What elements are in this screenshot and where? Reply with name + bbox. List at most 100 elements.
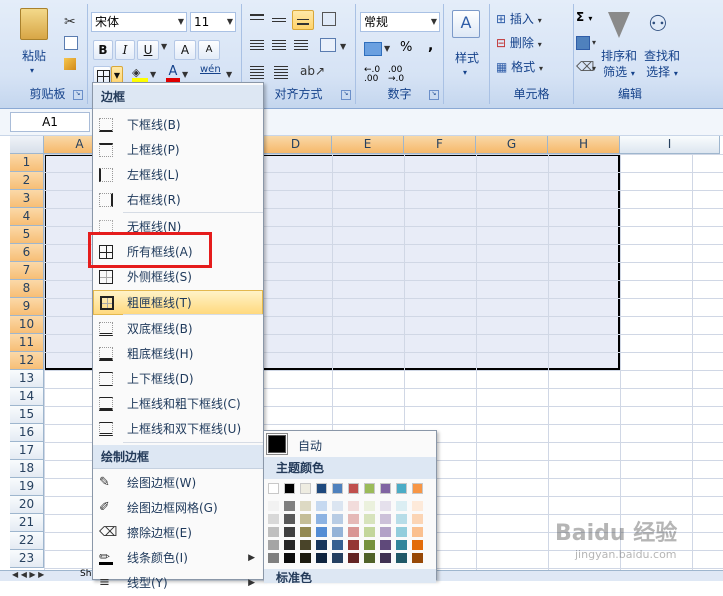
color-swatch[interactable] (284, 540, 295, 550)
cut-icon[interactable]: ✂ (64, 14, 76, 30)
color-swatch[interactable] (316, 553, 327, 563)
row-header-17[interactable]: 17 (10, 442, 44, 460)
menu-item-outside-borders[interactable]: 外侧框线(S) (93, 265, 263, 290)
select-all-corner[interactable] (10, 136, 44, 154)
color-swatch[interactable] (268, 483, 279, 494)
comma-button[interactable]: , (428, 38, 433, 54)
merge-cells-icon[interactable] (320, 38, 336, 52)
color-swatch[interactable] (412, 540, 423, 550)
number-format-combo[interactable]: 常规 ▼ (360, 12, 440, 32)
color-swatch[interactable] (348, 501, 359, 511)
styles-dropdown-icon[interactable]: ▾ (463, 68, 467, 77)
color-swatch[interactable] (364, 514, 375, 524)
auto-color-label[interactable]: 自动 (298, 437, 322, 454)
row-header-7[interactable]: 7 (10, 262, 44, 280)
italic-button[interactable]: I (115, 40, 135, 60)
color-swatch[interactable] (380, 527, 391, 537)
row-header-15[interactable]: 15 (10, 406, 44, 424)
find-select-button-label[interactable]: 查找和 选择 ▾ (640, 48, 684, 82)
color-swatch[interactable] (284, 501, 295, 511)
underline-dropdown-icon[interactable]: ▼ (161, 42, 167, 51)
color-swatch[interactable] (268, 540, 279, 550)
menu-item-right-border[interactable]: 右框线(R) (93, 188, 263, 213)
color-swatch[interactable] (348, 527, 359, 537)
color-swatch[interactable] (348, 540, 359, 550)
row-header-23[interactable]: 23 (10, 550, 44, 568)
color-swatch[interactable] (300, 527, 311, 537)
color-swatch[interactable] (300, 553, 311, 563)
color-swatch[interactable] (396, 540, 407, 550)
color-swatch[interactable] (332, 527, 343, 537)
color-swatch[interactable] (268, 527, 279, 537)
row-header-13[interactable]: 13 (10, 370, 44, 388)
color-swatch[interactable] (316, 514, 327, 524)
phonetic-icon[interactable]: wén (200, 64, 221, 75)
menu-item-line-color[interactable]: ✏ 线条颜色(I) ▶ (93, 546, 263, 571)
delete-button[interactable]: ⊟ 删除 ▾ (496, 34, 542, 51)
color-swatch[interactable] (396, 483, 407, 494)
alignment-launcher-icon[interactable]: ↘ (341, 90, 351, 100)
row-header-14[interactable]: 14 (10, 388, 44, 406)
align-left-icon[interactable] (250, 40, 264, 52)
color-swatch[interactable] (300, 540, 311, 550)
format-painter-icon[interactable] (64, 58, 76, 70)
fill-dropdown-icon[interactable]: ▾ (592, 38, 596, 47)
row-header-19[interactable]: 19 (10, 478, 44, 496)
paste-dropdown-icon[interactable]: ▾ (30, 66, 34, 75)
color-swatch[interactable] (300, 483, 311, 494)
phonetic-dropdown-icon[interactable]: ▼ (226, 70, 232, 79)
menu-item-top-border[interactable]: 上框线(P) (93, 138, 263, 163)
sort-filter-icon[interactable] (608, 12, 630, 38)
column-header-e[interactable]: E (332, 136, 404, 154)
align-center-icon[interactable] (272, 40, 286, 52)
color-swatch[interactable] (412, 553, 423, 563)
color-swatch[interactable] (364, 540, 375, 550)
row-header-20[interactable]: 20 (10, 496, 44, 514)
row-header-22[interactable]: 22 (10, 532, 44, 550)
color-swatch[interactable] (316, 527, 327, 537)
align-middle-icon[interactable] (272, 14, 286, 26)
color-swatch[interactable] (316, 540, 327, 550)
underline-button[interactable]: U (137, 40, 159, 60)
styles-button-label[interactable]: 样式 (444, 50, 490, 66)
orientation-icon[interactable]: ab↗ (300, 64, 325, 78)
row-header-2[interactable]: 2 (10, 172, 44, 190)
color-swatch[interactable] (364, 527, 375, 537)
color-swatch[interactable] (300, 501, 311, 511)
color-swatch[interactable] (364, 483, 375, 494)
align-right-icon[interactable] (294, 40, 308, 52)
menu-item-top-bottom-border[interactable]: 上下框线(D) (93, 367, 263, 392)
fill-color-dropdown-icon[interactable]: ▼ (150, 70, 156, 79)
shrink-font-button[interactable]: A (198, 40, 220, 60)
menu-item-thick-box-border[interactable]: 粗匣框线(T) (93, 290, 263, 315)
align-top-icon[interactable] (250, 14, 264, 26)
color-swatch[interactable] (348, 514, 359, 524)
menu-item-erase-border[interactable]: ⌫ 擦除边框(E) (93, 521, 263, 546)
format-button[interactable]: ▦ 格式 ▾ (496, 58, 543, 75)
binoculars-icon[interactable]: ⚇ (648, 12, 668, 37)
row-header-11[interactable]: 11 (10, 334, 44, 352)
fill-icon[interactable] (576, 36, 590, 50)
row-header-1[interactable]: 1 (10, 154, 44, 172)
clipboard-launcher-icon[interactable]: ↘ (73, 90, 83, 100)
row-header-12[interactable]: 12 (10, 352, 44, 370)
sort-filter-button-label[interactable]: 排序和 筛选 ▾ (598, 48, 640, 82)
color-swatch[interactable] (364, 501, 375, 511)
currency-icon[interactable] (364, 42, 382, 56)
row-header-16[interactable]: 16 (10, 424, 44, 442)
name-box[interactable]: A1 (10, 112, 90, 132)
font-name-combo[interactable]: 宋体 ▼ (91, 12, 187, 32)
color-swatch[interactable] (380, 540, 391, 550)
row-header-18[interactable]: 18 (10, 460, 44, 478)
row-header-9[interactable]: 9 (10, 298, 44, 316)
merge-dropdown-icon[interactable]: ▼ (340, 42, 346, 51)
percent-button[interactable]: % (400, 40, 412, 55)
menu-item-left-border[interactable]: 左框线(L) (93, 163, 263, 188)
row-header-5[interactable]: 5 (10, 226, 44, 244)
color-swatch[interactable] (316, 501, 327, 511)
fill-color-icon[interactable]: ◈ (132, 66, 148, 82)
color-swatch[interactable] (284, 553, 295, 563)
column-header-i[interactable]: I (620, 136, 720, 154)
styles-icon[interactable]: A (452, 10, 480, 38)
menu-item-top-double-bottom-border[interactable]: 上框线和双下框线(U) (93, 417, 263, 442)
